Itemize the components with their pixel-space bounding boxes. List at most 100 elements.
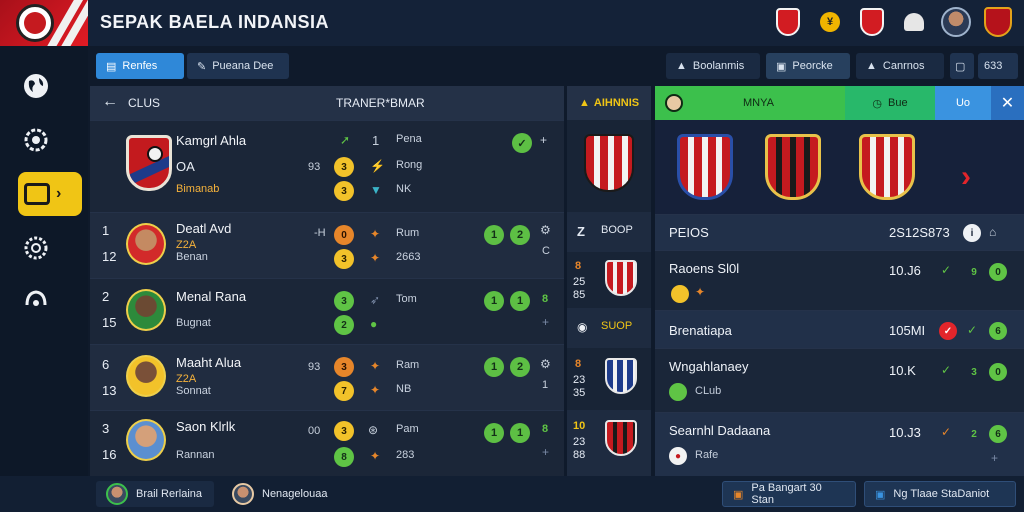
app-title: SEPAK BAELA INDANSIA (100, 12, 330, 32)
manager-button[interactable]: Brail Rerlaina (96, 481, 214, 507)
mid-num: 23 88 (573, 436, 586, 461)
leaf-icon (669, 383, 687, 401)
plus-icon[interactable]: + (542, 445, 549, 459)
settings-icon[interactable]: ⚙ (540, 223, 551, 237)
square-icon: ▢ (955, 60, 966, 73)
team-crest-icon (605, 420, 637, 456)
team-crest-icon[interactable] (677, 134, 733, 200)
tab-bue[interactable]: ◷ Bue (845, 86, 935, 120)
refresh-icon: ◷ (872, 97, 883, 110)
list-item[interactable]: Raoens Sl0l 10.J6 ✦ ✓ 9 0 (655, 250, 1024, 310)
status-icon: 6 (989, 425, 1007, 443)
stat-circle: 2 (334, 315, 354, 335)
row-title: Raoens Sl0l (669, 261, 740, 276)
flame-icon: ✦ (370, 383, 381, 397)
plus-icon[interactable]: + (540, 133, 547, 147)
list-icon[interactable]: › (18, 172, 82, 216)
shield-icon[interactable] (772, 5, 804, 39)
stat-label: Tom (396, 293, 417, 305)
club-crest-icon[interactable] (584, 134, 634, 192)
info-icon[interactable]: i (963, 224, 981, 242)
close-icon[interactable]: ✕ (991, 86, 1024, 120)
team-crest-icon[interactable] (982, 5, 1014, 39)
boolanmis-button[interactable]: ▲ Boolanmis (666, 53, 760, 79)
player-mark: 93 (308, 361, 321, 373)
club-num: 1 (372, 133, 380, 148)
score-circle: 1 (510, 291, 530, 311)
status-icon: 0 (989, 363, 1007, 381)
score-circle: 2 (510, 225, 530, 245)
settings-gear-icon[interactable] (18, 122, 54, 158)
club-crest-icon (126, 135, 172, 191)
team-crest-icon[interactable] (765, 134, 821, 200)
rank-secondary: 16 (102, 447, 117, 462)
tab-pueana[interactable]: ✎ Pueana Dee (187, 53, 289, 79)
chevron-right-icon[interactable]: › (961, 160, 971, 194)
lock-icon[interactable]: ⌂ (989, 225, 996, 239)
action-button-2[interactable]: ▣ Ng Tlaae StaDaniot (864, 481, 1016, 507)
panel-title: TRANER*BMAR (336, 96, 425, 110)
stat-label: Rong (396, 159, 423, 171)
club-mark: 93 (308, 161, 321, 173)
check-icon: ✓ (941, 425, 952, 439)
badge-icon: ◉ (577, 320, 588, 334)
mid-row[interactable]: Z BOOP (567, 212, 651, 252)
row-subtitle: Rafe (695, 449, 719, 461)
gear-icon[interactable] (18, 230, 54, 266)
panel-header: ← CLUS TRANER*BMAR (90, 86, 564, 120)
square-button[interactable]: ▢ (950, 53, 974, 79)
extra-value: 8 (542, 423, 549, 435)
app-logo[interactable] (0, 0, 88, 46)
row-value: 10.K (889, 363, 916, 378)
home-icon[interactable] (18, 282, 54, 318)
check-icon: ✓ (941, 263, 952, 277)
settings-icon[interactable]: ⚙ (540, 357, 551, 371)
list-item[interactable]: Brenatiapa 105MI ✓ ✓ 6 (655, 310, 1024, 348)
mid-row[interactable]: 8 25 85 (567, 252, 651, 308)
table-row[interactable]: 3 16 Saon Klrlk Rannan 00 3 8 ⊛ ✦ Pam 28… (90, 410, 564, 476)
mid-row[interactable]: 10 23 88 (567, 410, 651, 476)
peorcke-button[interactable]: ▣ Peorcke (766, 53, 850, 79)
drop-icon: ▼ (370, 183, 382, 197)
lock-icon: ▲ (676, 60, 687, 72)
tab-mnya[interactable]: MNYA (655, 86, 845, 120)
plus-icon[interactable]: + (542, 315, 549, 329)
green-indicator-icon: ✓ (512, 133, 532, 153)
team-crest-icon[interactable] (859, 134, 915, 200)
bell-icon[interactable] (898, 5, 930, 39)
player-name: Maaht Alua (176, 355, 242, 370)
action-button-1[interactable]: ▣ Pa Bangart 30 Stan (722, 481, 856, 507)
table-row[interactable]: 2 15 Menal Rana Bugnat 3 2 ➶ ● Tom 1 1 8… (90, 278, 564, 344)
mid-row[interactable]: 8 23 35 (567, 348, 651, 410)
list-item[interactable]: Wngahlanaey 10.K CLub ✓ 3 0 (655, 348, 1024, 412)
shield-icon[interactable] (856, 5, 888, 39)
score-circle: 1 (510, 423, 530, 443)
squad-button[interactable]: Nenagelouaa (222, 481, 337, 507)
flame-icon: ✦ (370, 251, 381, 265)
user-avatar[interactable] (940, 5, 972, 39)
globe-icon[interactable] (18, 68, 54, 104)
stat-circle: 0 (334, 225, 354, 245)
score-circle: 1 (484, 357, 504, 377)
mid-num: 8 (575, 260, 582, 272)
list-item[interactable]: Searnhl Dadaana 10.J3 ● Rafe ✓ 2 6 + (655, 412, 1024, 476)
canrnos-button[interactable]: ▲ Canrnos (856, 53, 944, 79)
top-icons: ¥ (772, 5, 1014, 39)
mid-row[interactable]: ◉ SUOP (567, 308, 651, 348)
coin-icon[interactable]: ¥ (814, 5, 846, 39)
club-entry[interactable]: Kamgrl Ahla OA Bimanab ➚ 1 93 3 3 ⚡ ▼ Pe… (90, 120, 564, 212)
list-item[interactable]: PEIOS 2S12S873 i ⌂ (655, 214, 1024, 250)
tab-bar: MNYA ◷ Bue Uo ✕ (655, 86, 1024, 120)
mid-header: ▲ AIHNNIS (567, 86, 651, 120)
player-team: Benan (176, 251, 208, 263)
count-button[interactable]: 633 (978, 53, 1018, 79)
tab-uo[interactable]: Uo (935, 86, 991, 120)
table-row[interactable]: 6 13 Maaht Alua Z2A Sonnat 93 3 7 ✦ ✦ Ra… (90, 344, 564, 410)
mid-num: Z (577, 224, 585, 239)
plus-icon[interactable]: + (991, 451, 998, 465)
table-row[interactable]: 1 12 Deatl Avd Z2A Benan -H 0 3 ✦ ✦ Rum … (90, 212, 564, 278)
box-icon: ▣ (875, 488, 886, 501)
tab-renfes[interactable]: ▤ Renfes (96, 53, 184, 79)
row-value: 105MI (889, 323, 926, 338)
back-arrow-icon[interactable]: ← (102, 93, 118, 111)
